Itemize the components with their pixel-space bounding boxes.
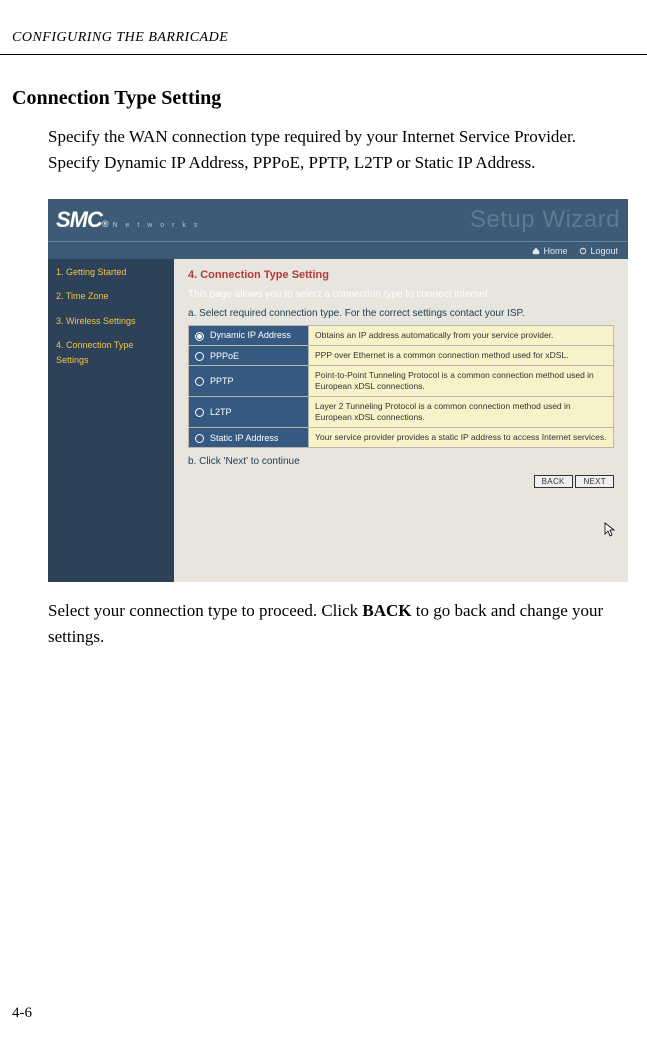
option-desc: PPP over Ethernet is a common connection…	[309, 346, 614, 366]
outro-text-bold: BACK	[362, 601, 411, 620]
page-content: Connection Type Setting Specify the WAN …	[0, 87, 647, 649]
section-title: Connection Type Setting	[12, 87, 627, 110]
option-label: Static IP Address	[210, 433, 278, 443]
home-label: Home	[543, 246, 567, 256]
option-row-dynamic: Dynamic IP Address Obtains an IP address…	[189, 326, 614, 346]
page-number: 4-6	[12, 1005, 32, 1022]
logo-text: SMC	[56, 207, 102, 233]
back-button[interactable]: BACK	[534, 475, 573, 488]
option-label: PPTP	[210, 376, 234, 386]
option-row-pppoe: PPPoE PPP over Ethernet is a common conn…	[189, 346, 614, 366]
sidebar-item-connection-type[interactable]: 4. Connection Type Settings	[56, 338, 166, 367]
options-table: Dynamic IP Address Obtains an IP address…	[188, 325, 614, 448]
home-icon	[532, 247, 540, 255]
sidebar-item-time-zone[interactable]: 2. Time Zone	[56, 289, 166, 303]
button-row: BACK NEXT	[188, 475, 614, 488]
main-panel: 4. Connection Type Setting This page all…	[174, 259, 628, 582]
embedded-screenshot: SMC® N e t w o r k s Setup Wizard Home L…	[48, 199, 628, 582]
option-label: Dynamic IP Address	[210, 330, 291, 340]
option-row-l2tp: L2TP Layer 2 Tunneling Protocol is a com…	[189, 397, 614, 428]
option-row-static: Static IP Address Your service provider …	[189, 428, 614, 448]
radio-icon	[195, 352, 204, 361]
radio-icon	[195, 377, 204, 386]
panel-instruction-1: This page allows you to select a connect…	[188, 289, 614, 300]
option-l2tp[interactable]: L2TP	[189, 397, 309, 428]
option-pppoe[interactable]: PPPoE	[189, 346, 309, 366]
wizard-title: Setup Wizard	[470, 206, 620, 234]
app-body: 1. Getting Started 2. Time Zone 3. Wirel…	[48, 259, 628, 582]
cursor-icon	[604, 522, 616, 538]
logo-registered: ®	[102, 219, 109, 229]
option-desc: Layer 2 Tunneling Protocol is a common c…	[309, 397, 614, 428]
sidebar-item-wireless[interactable]: 3. Wireless Settings	[56, 314, 166, 328]
logo-subtext: N e t w o r k s	[113, 222, 201, 229]
logout-label: Logout	[590, 246, 618, 256]
logout-icon	[579, 247, 587, 255]
outro-paragraph: Select your connection type to proceed. …	[48, 598, 627, 649]
spacer	[188, 488, 614, 568]
logo: SMC® N e t w o r k s	[56, 207, 200, 233]
option-label: L2TP	[210, 407, 232, 417]
option-static-ip[interactable]: Static IP Address	[189, 428, 309, 448]
radio-icon	[195, 408, 204, 417]
toolbar: Home Logout	[48, 241, 628, 259]
option-desc: Point-to-Point Tunneling Protocol is a c…	[309, 366, 614, 397]
sidebar-item-getting-started[interactable]: 1. Getting Started	[56, 265, 166, 279]
home-link[interactable]: Home	[532, 246, 567, 256]
option-desc: Your service provider provides a static …	[309, 428, 614, 448]
panel-title: 4. Connection Type Setting	[188, 269, 614, 281]
sidebar: 1. Getting Started 2. Time Zone 3. Wirel…	[48, 259, 174, 582]
next-button[interactable]: NEXT	[575, 475, 614, 488]
radio-icon	[195, 332, 204, 341]
option-pptp[interactable]: PPTP	[189, 366, 309, 397]
running-header: CONFIGURING THE BARRICADE	[0, 30, 647, 55]
option-desc: Obtains an IP address automatically from…	[309, 326, 614, 346]
option-row-pptp: PPTP Point-to-Point Tunneling Protocol i…	[189, 366, 614, 397]
panel-instruction-2: a. Select required connection type. For …	[188, 308, 614, 319]
option-label: PPPoE	[210, 351, 239, 361]
outro-text-pre: Select your connection type to proceed. …	[48, 601, 362, 620]
radio-icon	[195, 434, 204, 443]
panel-instruction-3: b. Click 'Next' to continue	[188, 456, 614, 467]
app-header: SMC® N e t w o r k s Setup Wizard	[48, 199, 628, 241]
intro-paragraph: Specify the WAN connection type required…	[48, 124, 627, 175]
option-dynamic-ip[interactable]: Dynamic IP Address	[189, 326, 309, 346]
logout-link[interactable]: Logout	[579, 246, 618, 256]
